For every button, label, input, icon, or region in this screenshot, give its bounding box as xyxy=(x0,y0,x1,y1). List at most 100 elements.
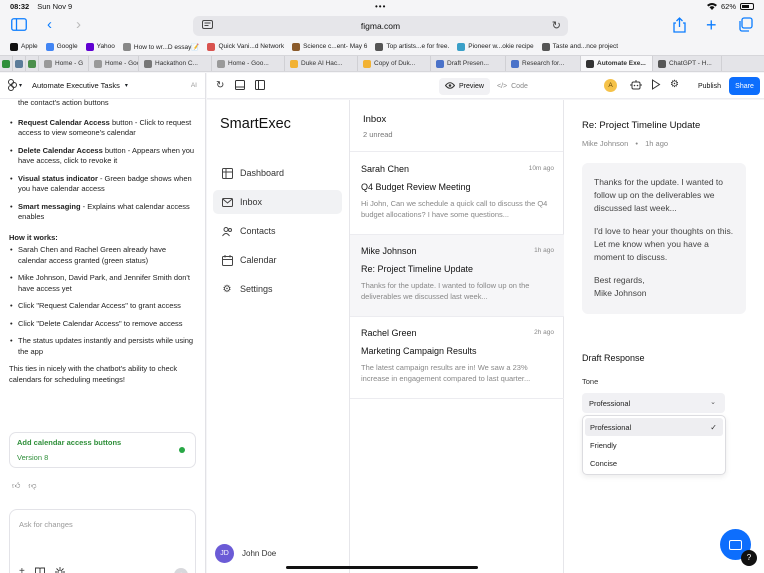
browser-tab[interactable]: Duke AI Hac... xyxy=(285,56,358,71)
list-item: Click "Request Calendar Access" to grant… xyxy=(9,301,196,312)
bookmark-favicon-icon xyxy=(122,42,131,51)
mail-icon xyxy=(221,196,233,208)
nav-item-settings[interactable]: ⚙ Settings xyxy=(213,277,342,301)
bookmark-item[interactable]: Taste and...nce project xyxy=(541,42,618,51)
share-button[interactable]: Share xyxy=(729,77,760,95)
help-button[interactable]: ? xyxy=(741,550,757,566)
message-subject: Re: Project Timeline Update xyxy=(361,264,474,274)
chevron-down-icon[interactable]: ▾ xyxy=(19,82,22,89)
nav-item-calendar[interactable]: Calendar xyxy=(213,248,342,272)
multitask-dots-icon[interactable]: ••• xyxy=(375,2,386,11)
forward-arrow-icon[interactable]: › xyxy=(76,17,81,32)
bookmark-item[interactable]: Apple xyxy=(10,42,38,51)
tab-favicon-icon xyxy=(28,59,36,68)
app-sidebar: SmartExec Dashboard Inbox Contacts Calen… xyxy=(207,100,350,573)
play-icon[interactable] xyxy=(651,79,661,93)
browser-tab[interactable]: Automate Exe... xyxy=(581,56,653,71)
message-subject: Q4 Budget Review Meeting xyxy=(361,182,471,192)
nav-label: Inbox xyxy=(240,197,263,207)
version-title: Add calendar access buttons xyxy=(17,438,122,447)
browser-tab[interactable] xyxy=(0,56,13,71)
inbox-header: Inbox 2 unread xyxy=(350,100,563,152)
bookmark-item[interactable]: Yahoo xyxy=(85,42,115,51)
chat-input-placeholder[interactable]: Ask for changes xyxy=(19,520,73,531)
send-arrow-icon[interactable]: ↑ xyxy=(174,568,188,573)
chat-input-box[interactable]: Ask for changes + ↑ xyxy=(9,509,196,573)
back-arrow-icon[interactable]: ‹ xyxy=(47,17,52,32)
sparkle-settings-icon[interactable] xyxy=(54,566,65,573)
code-tab[interactable]: </> Code xyxy=(491,78,534,95)
message-item[interactable]: Mike Johnson 1h ago Re: Project Timeline… xyxy=(350,235,564,317)
browser-tab[interactable]: Home - Goo... xyxy=(89,56,139,71)
message-item[interactable]: Sarah Chen 10m ago Q4 Budget Review Meet… xyxy=(350,153,564,235)
page-settings-icon[interactable] xyxy=(202,20,213,32)
figma-logo-icon[interactable] xyxy=(8,78,17,93)
bookmark-item[interactable]: Quick Vani...d Network xyxy=(207,42,284,51)
body-paragraph: Thanks for the update. I wanted to follo… xyxy=(594,177,723,213)
nav-item-contacts[interactable]: Contacts xyxy=(213,219,342,243)
draft-response-heading: Draft Response xyxy=(582,353,645,363)
browser-tab[interactable]: Hackathon C... xyxy=(139,56,212,71)
bookmark-item[interactable]: How to wr...D essay📝 xyxy=(122,42,200,51)
inbox-list: Inbox 2 unread Sarah Chen 10m ago Q4 Bud… xyxy=(350,100,564,573)
browser-tab[interactable]: Research for... xyxy=(506,56,581,71)
tone-option-professional[interactable]: Professional ✓ xyxy=(585,418,723,436)
tone-label: Tone xyxy=(582,377,599,386)
share-icon[interactable] xyxy=(673,17,686,36)
bookmark-item[interactable]: Science c...ent- May 6 xyxy=(292,42,367,51)
nav-item-inbox[interactable]: Inbox xyxy=(213,190,342,214)
reload-icon[interactable]: ↻ xyxy=(552,19,561,32)
robot-icon[interactable] xyxy=(630,80,642,93)
message-item[interactable]: Rachel Green 2h ago Marketing Campaign R… xyxy=(350,317,564,399)
bookmark-item[interactable]: Top artists...e for free. xyxy=(375,42,449,51)
book-icon[interactable] xyxy=(34,567,45,573)
version-card[interactable]: Add calendar access buttons Version 8 xyxy=(9,432,196,468)
address-bar[interactable]: figma.com ↻ xyxy=(193,16,568,36)
tab-favicon-icon xyxy=(511,59,519,68)
new-tab-plus-icon[interactable]: + xyxy=(706,16,717,34)
detail-time: 1h ago xyxy=(645,139,669,148)
tone-select[interactable]: Professional ⌄ xyxy=(582,393,725,413)
nav-label: Dashboard xyxy=(240,168,285,178)
bookmark-label: How to wr...D essay📝 xyxy=(133,43,200,51)
tone-option-concise[interactable]: Concise xyxy=(585,454,723,472)
browser-tab[interactable]: Draft Presen... xyxy=(431,56,506,71)
publish-button[interactable]: Publish xyxy=(691,78,728,95)
browser-tab[interactable]: ChatGPT - H... xyxy=(653,56,722,71)
feedback-buttons: 👍︎ 👎︎ xyxy=(12,481,37,492)
browser-tab[interactable] xyxy=(26,56,39,71)
browser-tab[interactable]: Home - Goo... xyxy=(212,56,285,71)
thumbs-up-icon[interactable]: 👍︎ xyxy=(12,481,20,492)
app-preview: SmartExec Dashboard Inbox Contacts Calen… xyxy=(207,100,764,573)
tab-label: Automate Exe... xyxy=(597,60,646,67)
chat-header: ▾ Automate Executive Tasks ▾ AI xyxy=(0,73,205,99)
bookmark-favicon-icon xyxy=(375,42,384,51)
tab-favicon-icon xyxy=(15,59,23,68)
gear-icon[interactable]: ⚙ xyxy=(670,79,679,90)
tab-label: Copy of Duk... xyxy=(374,60,416,67)
browser-tab[interactable]: Copy of Duk... xyxy=(358,56,431,71)
tone-option-friendly[interactable]: Friendly xyxy=(585,436,723,454)
refresh-icon[interactable]: ↻ xyxy=(216,80,224,91)
option-label: Concise xyxy=(590,458,618,468)
browser-tab[interactable]: Home - G xyxy=(39,56,89,71)
preview-tab[interactable]: Preview xyxy=(439,78,490,95)
chevron-down-icon[interactable]: ▾ xyxy=(125,82,128,89)
user-profile[interactable]: JD John Doe xyxy=(215,544,276,563)
sidebar-toggle-icon[interactable] xyxy=(11,18,27,34)
bookmark-item[interactable]: Pioneer w...okie recipe xyxy=(457,42,534,51)
gear-icon: ⚙ xyxy=(222,283,232,295)
nav-item-dashboard[interactable]: Dashboard xyxy=(213,161,342,185)
plus-icon[interactable]: + xyxy=(19,566,25,573)
browser-tab[interactable] xyxy=(13,56,26,71)
how-it-works-heading: How it works: xyxy=(9,232,58,242)
tab-overview-icon[interactable] xyxy=(738,17,753,35)
preview-frame-icon[interactable] xyxy=(235,80,245,93)
user-avatar[interactable]: A xyxy=(604,79,617,92)
message-sender: Mike Johnson xyxy=(361,246,417,256)
tab-favicon-icon xyxy=(2,59,10,68)
thumbs-down-icon[interactable]: 👎︎ xyxy=(28,481,36,492)
bookmark-item[interactable]: Google xyxy=(45,42,78,51)
device-icon[interactable] xyxy=(255,80,265,93)
tab-label: Duke AI Hac... xyxy=(301,60,343,67)
